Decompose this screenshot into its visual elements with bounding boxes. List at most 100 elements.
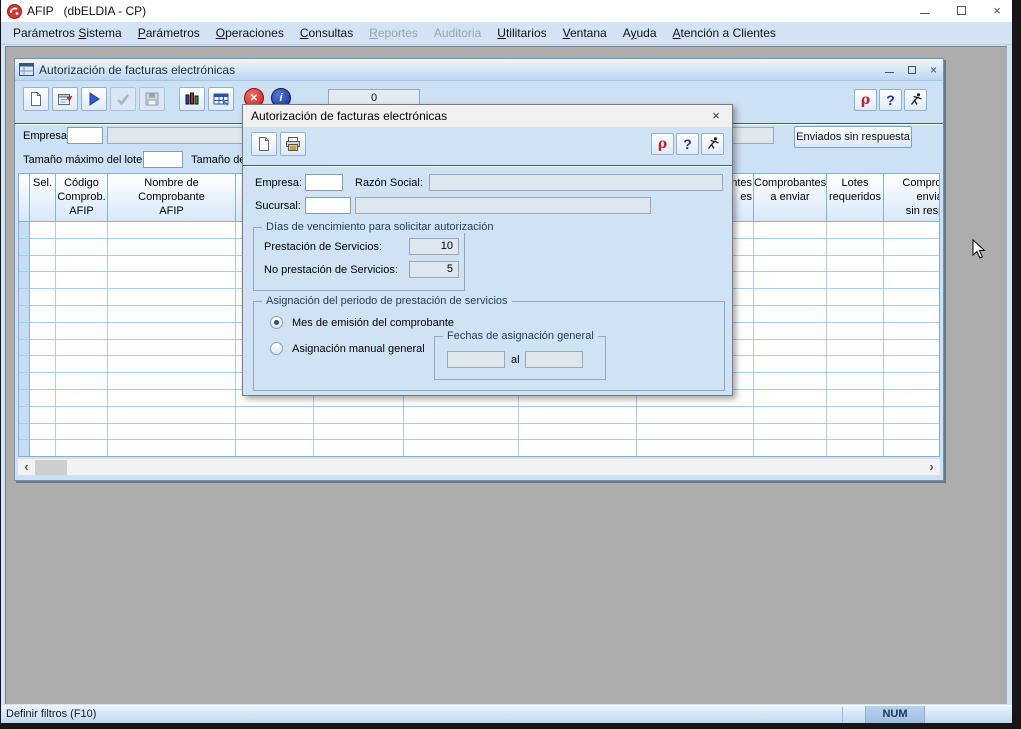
horizontal-scrollbar[interactable]: ‹ ›	[18, 458, 940, 475]
table-cell[interactable]	[108, 340, 236, 357]
row-indicator-cell[interactable]	[19, 407, 30, 424]
row-indicator-cell[interactable]	[19, 222, 30, 239]
table-cell[interactable]	[519, 424, 637, 441]
lote-max-input[interactable]	[143, 151, 183, 168]
child-close-button[interactable]: ×	[930, 59, 937, 81]
table-cell[interactable]	[236, 407, 314, 424]
table-cell[interactable]	[884, 239, 940, 256]
child-maximize-button[interactable]	[908, 59, 916, 81]
table-cell[interactable]	[827, 356, 884, 373]
table-cell[interactable]	[884, 306, 940, 323]
dialog-empresa-input[interactable]	[305, 174, 343, 191]
table-cell[interactable]	[30, 306, 56, 323]
table-cell[interactable]	[754, 340, 827, 357]
table-cell[interactable]	[108, 356, 236, 373]
table-cell[interactable]	[754, 289, 827, 306]
table-cell[interactable]	[108, 373, 236, 390]
menu-item-atenci-n-a-clientes[interactable]: Atención a Clientes	[665, 22, 784, 44]
table-cell[interactable]	[754, 323, 827, 340]
table-cell[interactable]	[827, 407, 884, 424]
menu-item-par-metros-sistema[interactable]: Parámetros Sistema	[5, 22, 130, 44]
table-cell[interactable]	[827, 239, 884, 256]
table-cell[interactable]	[236, 440, 314, 457]
table-cell[interactable]	[314, 440, 404, 457]
menu-item-ayuda[interactable]: Ayuda	[615, 22, 665, 44]
table-cell[interactable]	[108, 390, 236, 407]
table-cell[interactable]	[30, 256, 56, 273]
table-cell[interactable]	[637, 424, 754, 441]
row-indicator-cell[interactable]	[19, 306, 30, 323]
table-cell[interactable]	[56, 424, 108, 441]
child-minimize-button[interactable]	[885, 59, 894, 81]
table-cell[interactable]	[404, 440, 519, 457]
radio-mes-emision-label[interactable]: Mes de emisión del comprobante	[292, 317, 454, 329]
scroll-left-button[interactable]: ‹	[18, 459, 35, 476]
table-cell[interactable]	[30, 356, 56, 373]
run-button[interactable]	[81, 87, 107, 111]
table-cell[interactable]	[754, 407, 827, 424]
table-cell[interactable]	[827, 323, 884, 340]
table-cell[interactable]	[56, 356, 108, 373]
dialog-exit-button[interactable]	[701, 133, 724, 155]
table-cell[interactable]	[404, 407, 519, 424]
table-cell[interactable]	[827, 289, 884, 306]
table-cell[interactable]	[827, 222, 884, 239]
table-cell[interactable]	[884, 373, 940, 390]
table-cell[interactable]	[827, 440, 884, 457]
table-cell[interactable]	[827, 373, 884, 390]
row-indicator-cell[interactable]	[19, 272, 30, 289]
table-cell[interactable]	[56, 373, 108, 390]
table-cell[interactable]	[108, 323, 236, 340]
table-cell[interactable]	[884, 340, 940, 357]
table-cell[interactable]	[108, 407, 236, 424]
row-indicator-cell[interactable]	[19, 340, 30, 357]
table-row[interactable]	[19, 440, 939, 457]
child-title-bar[interactable]: Autorización de facturas electrónicas ×	[15, 59, 943, 81]
table-cell[interactable]	[884, 272, 940, 289]
table-cell[interactable]	[56, 340, 108, 357]
batch-columns-button[interactable]	[179, 87, 205, 111]
grid-view-button[interactable]	[208, 87, 234, 111]
app-minimize-button[interactable]	[918, 0, 932, 22]
table-cell[interactable]	[30, 373, 56, 390]
menu-item-par-metros[interactable]: Parámetros	[130, 22, 208, 44]
table-row[interactable]	[19, 407, 939, 424]
table-cell[interactable]	[754, 356, 827, 373]
row-indicator-cell[interactable]	[19, 256, 30, 273]
table-cell[interactable]	[108, 272, 236, 289]
table-row[interactable]	[19, 424, 939, 441]
table-cell[interactable]	[30, 323, 56, 340]
row-indicator-cell[interactable]	[19, 390, 30, 407]
table-cell[interactable]	[519, 440, 637, 457]
table-cell[interactable]	[56, 440, 108, 457]
dialog-sucursal-input[interactable]	[305, 197, 351, 214]
row-indicator-cell[interactable]	[19, 373, 30, 390]
table-cell[interactable]	[30, 289, 56, 306]
table-cell[interactable]	[56, 239, 108, 256]
exit-button[interactable]	[904, 89, 927, 111]
table-cell[interactable]	[30, 407, 56, 424]
table-cell[interactable]	[754, 256, 827, 273]
table-cell[interactable]	[827, 306, 884, 323]
table-cell[interactable]	[108, 256, 236, 273]
table-cell[interactable]	[884, 256, 940, 273]
help-button[interactable]: ?	[879, 89, 902, 111]
row-indicator-cell[interactable]	[19, 239, 30, 256]
table-cell[interactable]	[884, 390, 940, 407]
table-cell[interactable]	[754, 272, 827, 289]
enviados-sin-respuesta-button[interactable]: Enviados sin respuesta	[794, 126, 912, 148]
rho-tool-button[interactable]: ρ	[854, 89, 877, 111]
app-maximize-button[interactable]	[954, 0, 968, 22]
menu-item-ventana[interactable]: Ventana	[555, 22, 615, 44]
table-cell[interactable]	[637, 407, 754, 424]
dialog-print-button[interactable]	[280, 132, 306, 156]
table-cell[interactable]	[56, 323, 108, 340]
table-cell[interactable]	[30, 239, 56, 256]
table-cell[interactable]	[108, 306, 236, 323]
table-cell[interactable]	[884, 356, 940, 373]
table-cell[interactable]	[30, 340, 56, 357]
table-cell[interactable]	[827, 340, 884, 357]
table-cell[interactable]	[404, 424, 519, 441]
new-record-button[interactable]	[23, 87, 49, 111]
table-cell[interactable]	[108, 289, 236, 306]
